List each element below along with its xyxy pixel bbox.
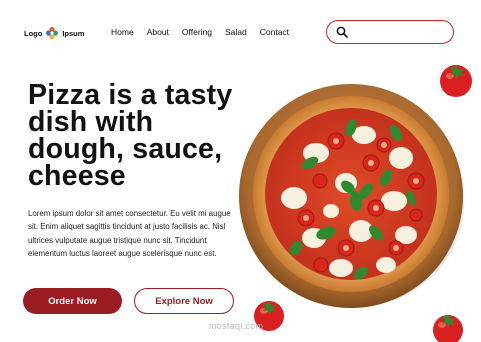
hero-description: Lorem ipsum dolor sit amet consectetur. … xyxy=(28,209,231,258)
top-navigation: Logo Ipsum Home About Offering Salad Con… xyxy=(0,0,481,66)
nav-link-contact[interactable]: Contact xyxy=(260,27,289,37)
order-now-button[interactable]: Order Now xyxy=(23,288,122,314)
search-icon xyxy=(336,26,348,38)
nav-link-about[interactable]: About xyxy=(147,27,169,37)
watermark-text: mostaql.com xyxy=(209,321,264,331)
logo-text-right: Ipsum xyxy=(62,28,85,38)
nav-link-salad[interactable]: Salad xyxy=(225,27,247,37)
search-box[interactable] xyxy=(326,20,454,44)
logo-text-left: Logo xyxy=(24,28,43,38)
hero-headline: Pizza is a tasty dish with dough, sauce,… xyxy=(28,79,233,192)
nav-link-home[interactable]: Home xyxy=(111,27,134,37)
tomato-image xyxy=(440,65,472,97)
logo[interactable]: Logo Ipsum xyxy=(24,26,84,40)
tomato-image xyxy=(433,315,463,342)
nav-link-offering[interactable]: Offering xyxy=(182,27,212,37)
nav-menu: Home About Offering Salad Contact xyxy=(111,27,289,37)
explore-now-button[interactable]: Explore Now xyxy=(134,288,234,314)
pizza-image xyxy=(239,84,464,308)
logo-flower-icon xyxy=(46,27,59,39)
search-input[interactable] xyxy=(352,26,452,38)
